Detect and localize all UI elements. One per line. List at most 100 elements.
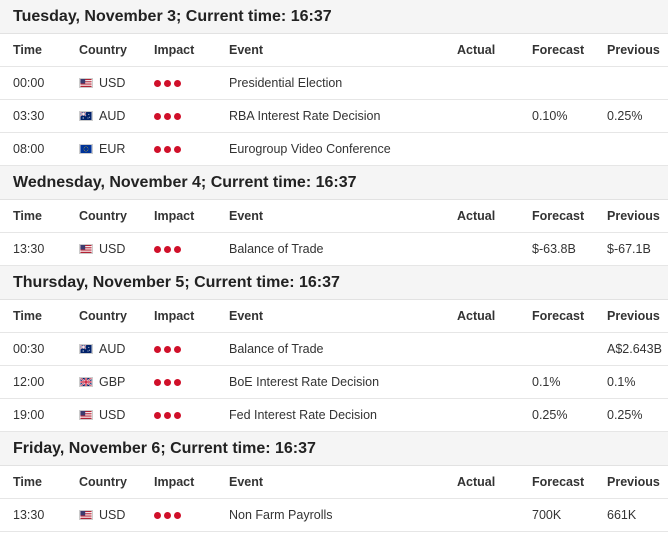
impact-dots: [154, 345, 181, 353]
impact-dot-icon: [154, 411, 161, 419]
column-header-previous[interactable]: Previous: [607, 34, 660, 66]
impact-dot-icon: [154, 112, 161, 120]
impact-dot-icon: [174, 245, 181, 253]
impact-indicator: [154, 67, 181, 99]
event-country: GBP: [79, 366, 125, 398]
event-row[interactable]: 08:00 EUR Eurogroup Video Conference: [0, 133, 668, 166]
event-name[interactable]: Balance of Trade: [229, 333, 324, 365]
column-header-previous[interactable]: Previous: [607, 200, 660, 232]
event-country: AUD: [79, 333, 125, 365]
country-code: EUR: [99, 142, 126, 156]
column-header-country[interactable]: Country: [79, 300, 127, 332]
column-header-country[interactable]: Country: [79, 34, 127, 66]
column-header-time[interactable]: Time: [13, 34, 42, 66]
column-header-impact[interactable]: Impact: [154, 200, 194, 232]
event-row[interactable]: 13:30 USD Non Farm Payrolls 700K 661K: [0, 499, 668, 532]
column-header-time[interactable]: Time: [13, 466, 42, 498]
impact-indicator: [154, 233, 181, 265]
event-country: USD: [79, 399, 125, 431]
event-country: AUD: [79, 100, 125, 132]
event-time: 19:00: [13, 408, 45, 422]
au-flag-icon: [79, 344, 93, 354]
impact-dot-icon: [164, 112, 171, 120]
event-name[interactable]: Non Farm Payrolls: [229, 499, 333, 531]
event-country: USD: [79, 67, 125, 99]
economic-calendar: Tuesday, November 3; Current time: 16:37…: [0, 0, 668, 532]
event-name[interactable]: RBA Interest Rate Decision: [229, 100, 380, 132]
impact-dot-icon: [164, 145, 171, 153]
column-header-country[interactable]: Country: [79, 200, 127, 232]
column-header-previous[interactable]: Previous: [607, 466, 660, 498]
column-header-actual[interactable]: Actual: [457, 466, 495, 498]
event-previous: 0.25%: [607, 408, 643, 422]
event-time: 12:00: [13, 375, 45, 389]
event-row[interactable]: 00:00 USD Presidential Election: [0, 67, 668, 100]
column-header-actual[interactable]: Actual: [457, 34, 495, 66]
day-header: Wednesday, November 4; Current time: 16:…: [0, 166, 668, 200]
column-header-forecast[interactable]: Forecast: [532, 300, 584, 332]
column-header-event[interactable]: Event: [229, 200, 263, 232]
country-code: USD: [99, 508, 126, 522]
event-row[interactable]: 19:00 USD Fed Interest Rate Decision 0.25% 0…: [0, 399, 668, 432]
column-header-row: Time Country Impact Event Actual Forecast Prev…: [0, 300, 668, 333]
column-header-time[interactable]: Time: [13, 300, 42, 332]
event-name[interactable]: BoE Interest Rate Decision: [229, 366, 379, 398]
event-row[interactable]: 13:30 USD Balance of Trade $-63.8B $-67.1B: [0, 233, 668, 266]
column-header-forecast[interactable]: Forecast: [532, 466, 584, 498]
column-header-row: Time Country Impact Event Actual Forecast Prev…: [0, 200, 668, 233]
event-row[interactable]: 03:30 AUD RBA Interest Rate Decision 0.10% 0…: [0, 100, 668, 133]
impact-dot-icon: [174, 345, 181, 353]
event-name[interactable]: Eurogroup Video Conference: [229, 133, 391, 165]
impact-dot-icon: [174, 378, 181, 386]
column-header-previous[interactable]: Previous: [607, 300, 660, 332]
event-name[interactable]: Presidential Election: [229, 67, 342, 99]
event-time: 00:30: [13, 342, 45, 356]
event-country: USD: [79, 499, 125, 531]
event-forecast: 0.1%: [532, 375, 561, 389]
impact-indicator: [154, 333, 181, 365]
column-header-impact[interactable]: Impact: [154, 466, 194, 498]
column-header-event[interactable]: Event: [229, 34, 263, 66]
column-header-actual[interactable]: Actual: [457, 300, 495, 332]
country-code: AUD: [99, 342, 126, 356]
event-time: 00:00: [13, 76, 45, 90]
impact-dot-icon: [164, 411, 171, 419]
column-header-event[interactable]: Event: [229, 300, 263, 332]
impact-indicator: [154, 399, 181, 431]
column-header-forecast[interactable]: Forecast: [532, 34, 584, 66]
column-header-country[interactable]: Country: [79, 466, 127, 498]
us-flag-icon: [79, 410, 93, 420]
event-previous: 661K: [607, 508, 637, 522]
impact-dot-icon: [154, 511, 161, 519]
country-code: USD: [99, 76, 126, 90]
event-row[interactable]: 12:00 GBP BoE Interest Rate Decision 0.1% 0.…: [0, 366, 668, 399]
country-code: USD: [99, 408, 126, 422]
column-header-time[interactable]: Time: [13, 200, 42, 232]
impact-dot-icon: [154, 378, 161, 386]
column-header-impact[interactable]: Impact: [154, 34, 194, 66]
event-time: 13:30: [13, 242, 45, 256]
column-header-event[interactable]: Event: [229, 466, 263, 498]
event-name[interactable]: Balance of Trade: [229, 233, 324, 265]
event-name[interactable]: Fed Interest Rate Decision: [229, 399, 377, 431]
impact-dots: [154, 245, 181, 253]
us-flag-icon: [79, 78, 93, 88]
impact-dot-icon: [174, 511, 181, 519]
impact-dot-icon: [174, 145, 181, 153]
impact-dot-icon: [154, 245, 161, 253]
us-flag-icon: [79, 510, 93, 520]
impact-dots: [154, 411, 181, 419]
event-time: 08:00: [13, 142, 45, 156]
event-forecast: 0.10%: [532, 109, 568, 123]
impact-dot-icon: [164, 511, 171, 519]
column-header-actual[interactable]: Actual: [457, 200, 495, 232]
impact-dot-icon: [174, 79, 181, 87]
event-previous: A$2.643B: [607, 342, 662, 356]
event-forecast: $-63.8B: [532, 242, 576, 256]
column-header-forecast[interactable]: Forecast: [532, 200, 584, 232]
event-row[interactable]: 00:30 AUD Balance of Trade A$2.643B: [0, 333, 668, 366]
column-header-impact[interactable]: Impact: [154, 300, 194, 332]
gb-flag-icon: [79, 377, 93, 387]
impact-dot-icon: [164, 79, 171, 87]
event-forecast: 700K: [532, 508, 562, 522]
